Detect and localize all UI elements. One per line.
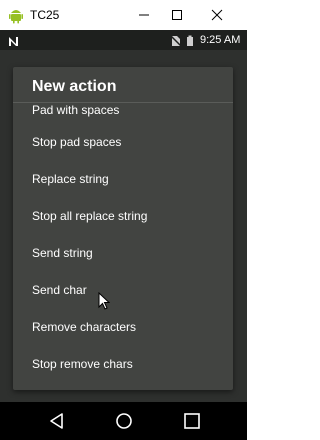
action-item-stop-remove-chars[interactable]: Stop remove chars (13, 346, 233, 383)
status-icons (170, 34, 196, 52)
action-item-pad-with-spaces[interactable]: Pad with spaces (13, 96, 233, 124)
device-screen: 9:25 AM New action Pad with spaces Stop … (0, 30, 247, 440)
action-item-send-char[interactable]: Send char (13, 272, 233, 309)
action-item-replace-string[interactable]: Replace string (13, 161, 233, 198)
action-list: Pad with spaces Stop pad spaces Replace … (13, 96, 233, 383)
close-icon[interactable] (206, 4, 228, 26)
maximize-icon[interactable] (166, 4, 188, 26)
android-icon (8, 6, 24, 24)
status-bar: 9:25 AM (0, 30, 247, 50)
recents-icon[interactable] (183, 412, 201, 435)
mouse-cursor-icon (98, 291, 111, 315)
action-item-stop-all-replace-string[interactable]: Stop all replace string (13, 198, 233, 235)
action-item-stop-pad-spaces[interactable]: Stop pad spaces (13, 124, 233, 161)
back-icon[interactable] (49, 412, 65, 435)
status-time: 9:25 AM (200, 34, 241, 46)
navigation-bar (0, 402, 247, 440)
home-icon[interactable] (115, 412, 133, 435)
action-item-send-string[interactable]: Send string (13, 235, 233, 272)
minimize-icon[interactable] (133, 4, 155, 26)
no-sim-icon (170, 35, 193, 47)
window-titlebar: TC25 (0, 0, 247, 31)
window-title: TC25 (30, 8, 60, 22)
dialog-title: New action (32, 78, 117, 95)
n-notification-icon (8, 34, 19, 52)
title-divider (13, 102, 233, 103)
new-action-dialog: New action Pad with spaces Stop pad spac… (13, 67, 233, 390)
action-item-remove-characters[interactable]: Remove characters (13, 309, 233, 346)
